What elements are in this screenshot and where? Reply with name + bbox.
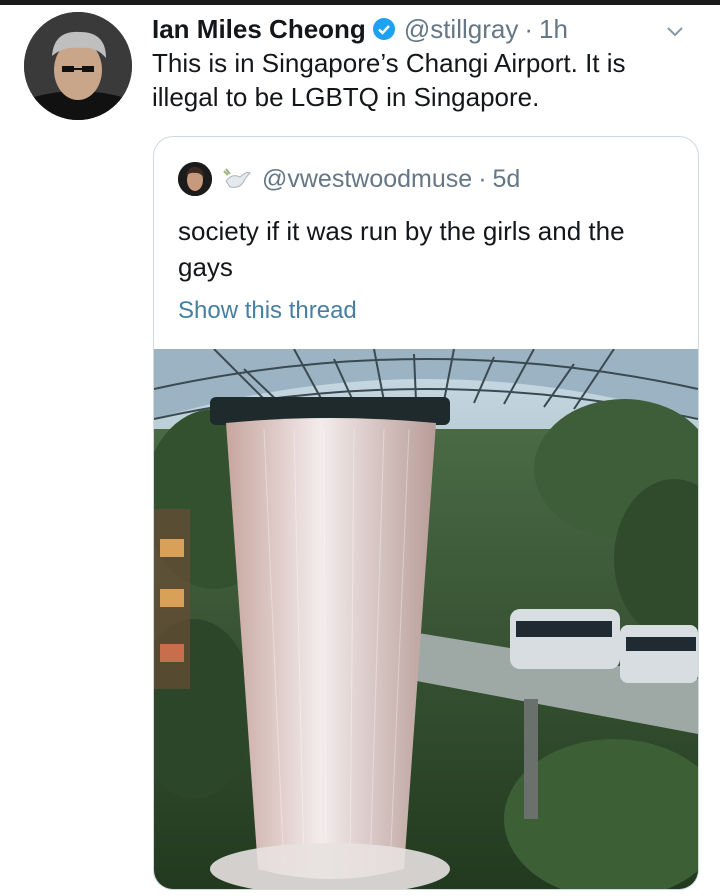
quoted-tweet-text: society if it was run by the girls and t… xyxy=(178,216,625,282)
tweet-timestamp[interactable]: 1h xyxy=(539,14,568,45)
top-edge-bar xyxy=(0,0,720,5)
quoted-author-avatar-image xyxy=(178,162,212,196)
author-name[interactable]: Ian Miles Cheong xyxy=(152,14,366,45)
author-avatar-image xyxy=(24,12,132,120)
quoted-tweet-timestamp[interactable]: 5d xyxy=(493,165,521,194)
quoted-tweet-header: @vwestwoodmuse · 5d xyxy=(178,161,520,197)
header-separator: · xyxy=(524,13,534,44)
quoted-author-avatar[interactable] xyxy=(178,162,212,196)
quoted-author-handle[interactable]: @vwestwoodmuse xyxy=(262,165,472,194)
author-handle[interactable]: @stillgray xyxy=(404,14,519,45)
author-avatar[interactable] xyxy=(24,12,132,120)
tweet-header: Ian Miles Cheong @stillgray · 1h xyxy=(152,12,700,46)
quoted-header-separator: · xyxy=(478,164,487,193)
attached-photo[interactable] xyxy=(154,349,698,889)
show-thread-link[interactable]: Show this thread xyxy=(178,297,357,325)
chevron-down-icon[interactable] xyxy=(662,18,688,44)
dove-emoji-icon xyxy=(223,168,251,188)
verified-badge-icon xyxy=(372,18,395,40)
tweet-text: This is in Singapore’s Changi Airport. I… xyxy=(152,48,626,112)
quoted-tweet-card[interactable]: @vwestwoodmuse · 5d society if it was ru… xyxy=(153,136,699,890)
